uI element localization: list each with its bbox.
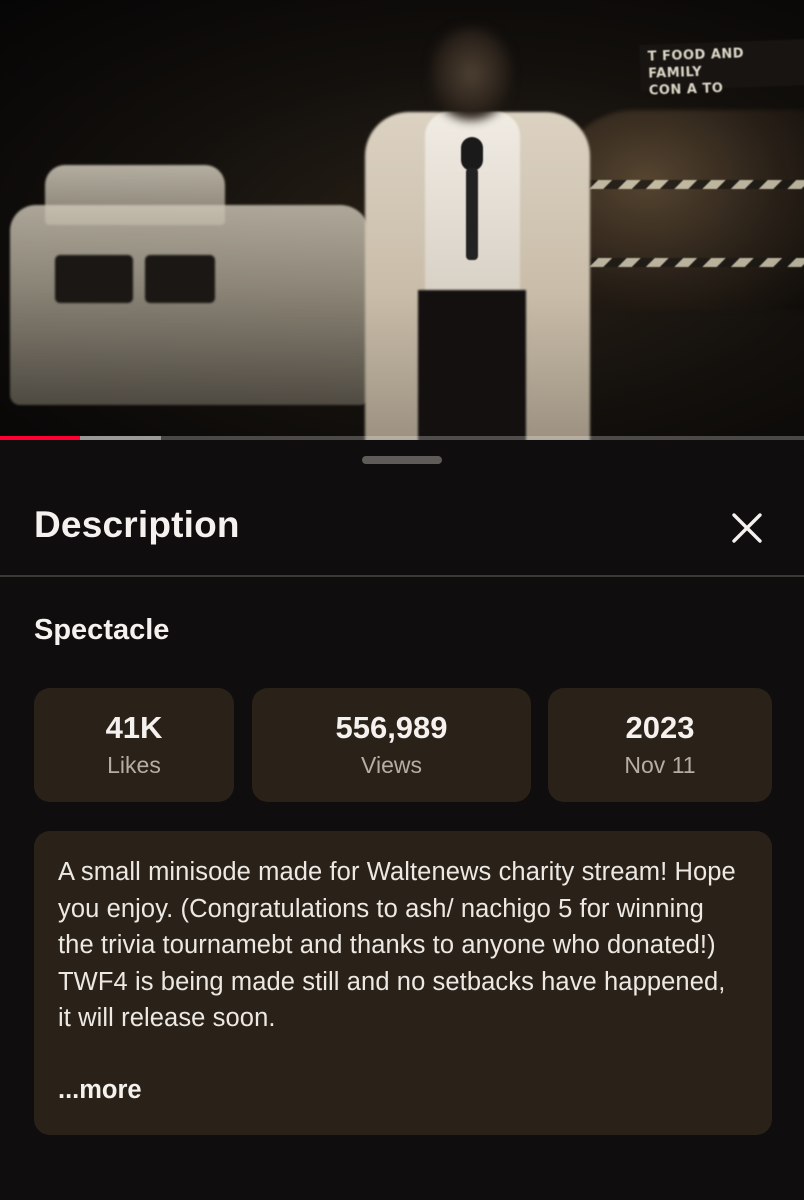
description-sheet: Description Spectacle 41K Likes 556,989 … [0,440,804,1200]
video-player[interactable]: T FOOD AND FAMILY CON A TO [0,0,804,440]
video-title: Spectacle [34,614,170,646]
description-text: A small minisode made for Waltenews char… [58,858,736,1032]
video-frame-sign-line: T FOOD AND FAMILY [647,46,745,82]
likes-count: 41K [105,710,163,745]
video-frame-microphone [461,137,483,171]
upload-date: Nov 11 [624,752,696,778]
video-frame-caution-tape [570,180,804,189]
show-more-link[interactable]: ...more [58,1076,142,1105]
video-frame-microphone-handle [466,168,478,260]
upload-date-stat: 2023 Nov 11 [548,688,772,802]
video-frame-van-window [55,255,133,303]
video-frame-reporter-pants [418,290,526,440]
video-frame-sign: T FOOD AND FAMILY CON A TO [639,39,804,99]
close-icon [732,513,762,543]
likes-label: Likes [107,752,161,778]
drag-handle[interactable] [362,456,442,464]
video-frame-news-van [10,205,370,405]
description-box[interactable]: A small minisode made for Waltenews char… [34,831,772,1135]
video-frame-building [555,110,804,310]
upload-year: 2023 [625,710,695,745]
likes-stat: 41K Likes [34,688,234,802]
sheet-title: Description [34,504,240,545]
video-frame-van-window [145,255,215,303]
video-frame-caution-tape [570,258,804,267]
divider [0,575,804,577]
views-count: 556,989 [335,710,448,745]
views-label: Views [361,752,422,778]
views-stat: 556,989 Views [252,688,531,802]
video-frame-reporter-head [432,28,510,120]
close-button[interactable] [722,503,772,553]
